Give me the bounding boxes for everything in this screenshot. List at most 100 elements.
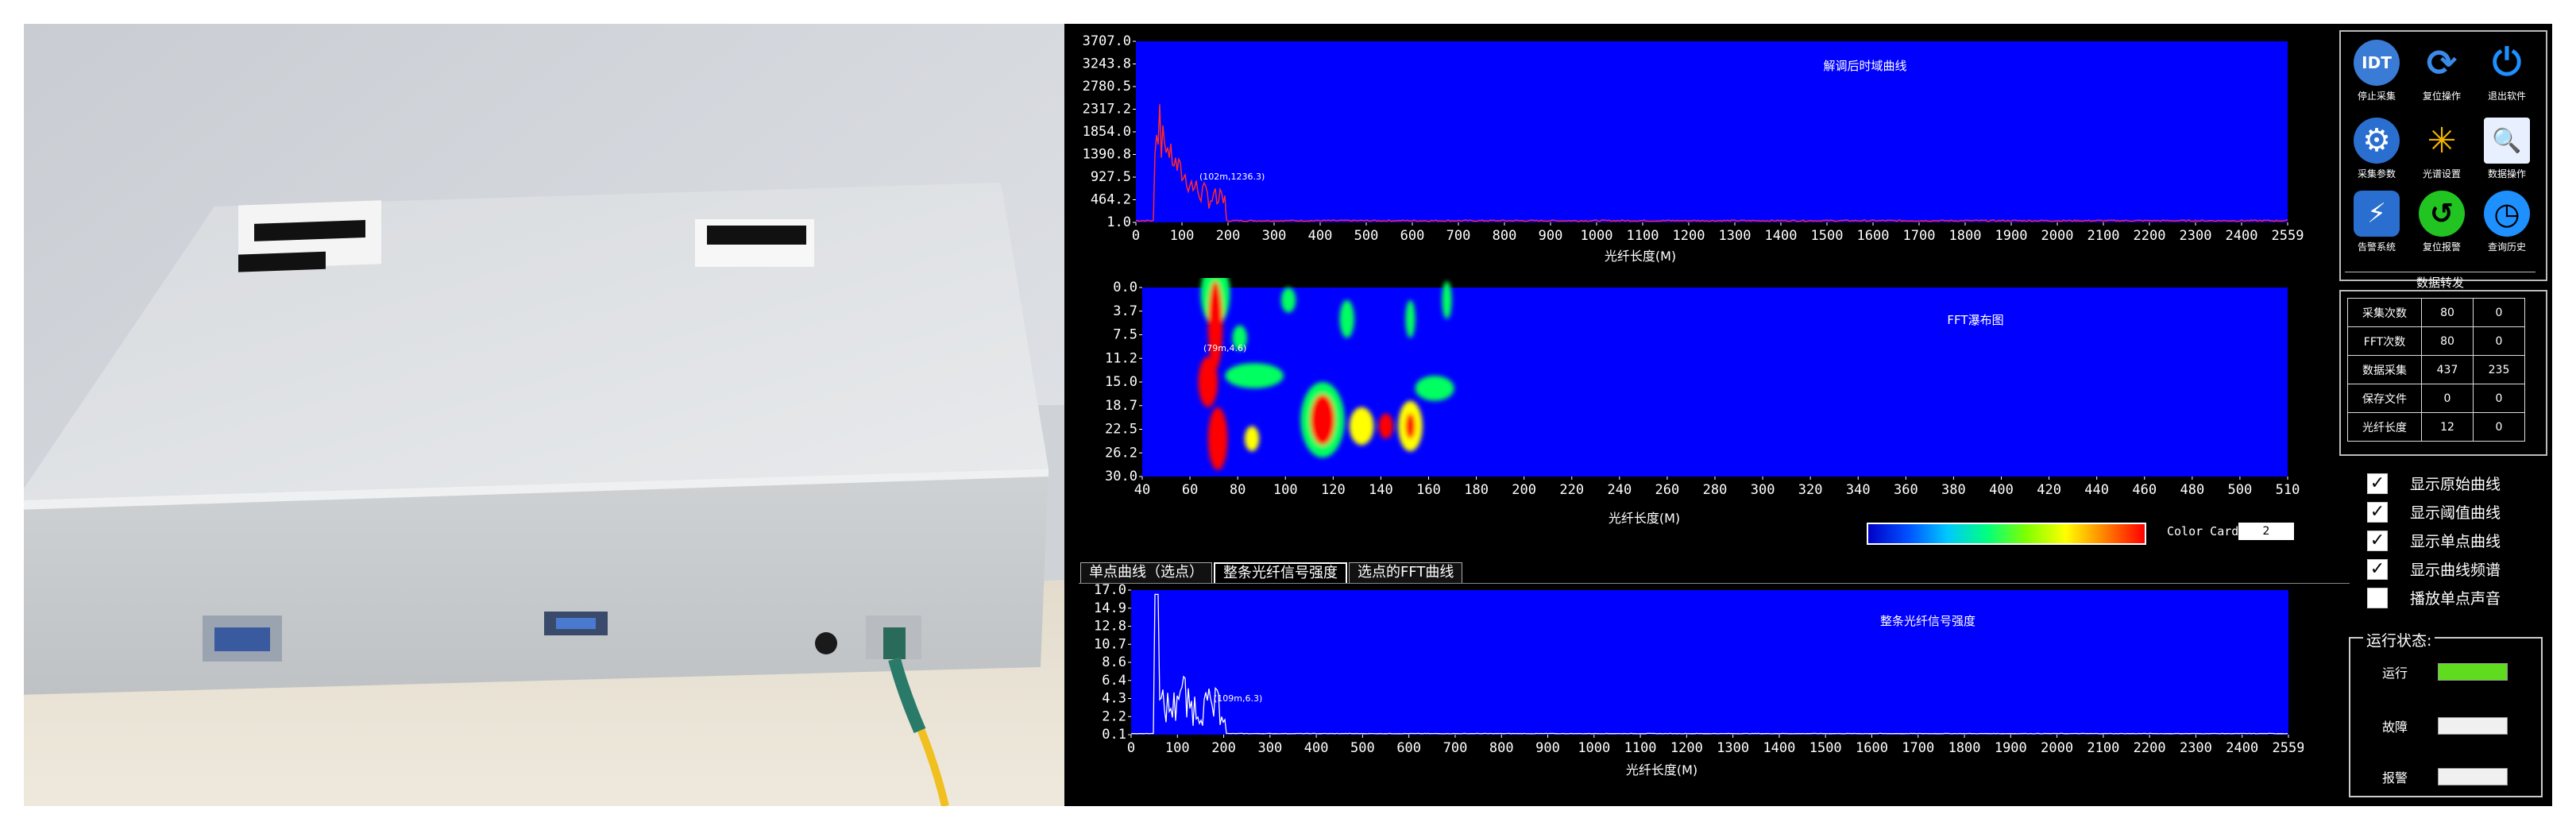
- bottom-tab-bar: 单点曲线（选点） 整条光纤信号强度 选点的FFT曲线: [1080, 562, 1464, 583]
- tab-whole-fiber-intensity[interactable]: 整条光纤信号强度: [1214, 562, 1347, 583]
- status-label: 故障: [2382, 720, 2408, 735]
- fft-waterfall-xtick: 500: [2228, 482, 2253, 498]
- fft-waterfall-xtick: 60: [1182, 482, 1198, 498]
- fft-waterfall-xtick: 440: [2084, 482, 2109, 498]
- data-forward-button[interactable]: 数据转发: [2345, 272, 2535, 291]
- stat-value: 0: [2473, 412, 2525, 442]
- acquisition-params-button[interactable]: ⚙ 采集参数: [2345, 118, 2408, 180]
- time-domain-xtick: 100: [1170, 228, 1195, 244]
- checkbox-show-raw-curve[interactable]: ✓ 显示原始曲线: [2367, 473, 2501, 494]
- time-domain-xtick: 2200: [2134, 228, 2166, 244]
- time-domain-xtick: 1500: [1811, 228, 1844, 244]
- checkbox-box[interactable]: ✓: [2367, 530, 2388, 551]
- heatmap-cell: [1280, 288, 1296, 313]
- fiber-intensity-xtick: 1800: [1948, 740, 1981, 756]
- checkbox-box[interactable]: ✓: [2367, 558, 2388, 580]
- time-domain-plot-area: [1136, 41, 2288, 222]
- device-photo-drawing: [24, 24, 1064, 806]
- status-label: 运行: [2382, 666, 2408, 681]
- fiber-intensity-ytick: 14.9: [1094, 600, 1126, 616]
- fft-waterfall-xtick: 480: [2180, 482, 2204, 498]
- fft-waterfall-ytick: 15.0: [1105, 374, 1137, 390]
- table-row: 光纤长度 12 0: [2347, 412, 2525, 442]
- fft-waterfall-xtick: 300: [1751, 482, 1775, 498]
- time-domain-xtick: 300: [1262, 228, 1287, 244]
- color-scale-bar: [1867, 523, 2146, 545]
- status-label: 报警: [2382, 770, 2408, 785]
- reset-button[interactable]: ⟳ 复位操作: [2410, 40, 2474, 102]
- fiber-intensity-xtick: 2400: [2226, 740, 2258, 756]
- checkbox-box[interactable]: [2367, 587, 2388, 608]
- stat-label: 光纤长度: [2347, 412, 2422, 442]
- reset-alarm-icon: ↺: [2419, 191, 2465, 237]
- exit-software-button[interactable]: ⏻ 退出软件: [2475, 40, 2539, 102]
- fiber-intensity-xtick: 2200: [2134, 740, 2166, 756]
- fiber-intensity-xtick: 1600: [1856, 740, 1888, 756]
- fft-waterfall-xtick: 160: [1416, 482, 1441, 498]
- heatmap-cell: [1198, 357, 1218, 407]
- spectrum-settings-button[interactable]: ✳ 光谱设置: [2410, 118, 2474, 180]
- fiber-intensity-xlabel: 光纤长度(M): [1626, 762, 1697, 778]
- stat-value: 80: [2421, 326, 2474, 356]
- heatmap-cell: [1207, 407, 1228, 471]
- fiber-intensity-xtick: 400: [1304, 740, 1329, 756]
- stop-acquisition-button[interactable]: IDT 停止采集: [2345, 40, 2408, 102]
- time-domain-xtick: 400: [1308, 228, 1333, 244]
- reset-alarm-label: 复位报警: [2422, 241, 2461, 253]
- checkbox-show-single-point-curve[interactable]: ✓ 显示单点曲线: [2367, 530, 2501, 551]
- color-card-input[interactable]: 2: [2238, 523, 2294, 540]
- stat-label: 数据采集: [2347, 355, 2422, 384]
- time-domain-ytick: 3707.0: [1083, 33, 1131, 49]
- fiber-intensity-xtick: 700: [1443, 740, 1468, 756]
- fft-waterfall-ytick: 18.7: [1105, 398, 1137, 414]
- reset-label: 复位操作: [2422, 91, 2461, 102]
- fft-waterfall-xtick: 260: [1655, 482, 1680, 498]
- fft-waterfall-xtick: 100: [1273, 482, 1298, 498]
- fft-waterfall-xtick: 400: [1989, 482, 2014, 498]
- fiber-intensity-ytick: 10.7: [1094, 636, 1126, 652]
- fiber-intensity-xtick: 1200: [1670, 740, 1703, 756]
- checkbox-label: 显示单点曲线: [2410, 533, 2501, 550]
- query-history-button[interactable]: ◷ 查询历史: [2475, 191, 2539, 253]
- time-domain-xtick: 900: [1539, 228, 1563, 244]
- time-domain-ytick: 1854.0: [1083, 124, 1131, 140]
- reset-alarm-button[interactable]: ↺ 复位报警: [2410, 191, 2474, 253]
- alarm-system-button[interactable]: ⚡ 告警系统: [2345, 191, 2408, 253]
- fiber-intensity-xtick: 200: [1211, 740, 1236, 756]
- fft-waterfall-svg[interactable]: 0.0 3.7 7.5 11.2 15.0 18.7 22.5 26.2 30.040 60 80 1…: [1064, 278, 2304, 560]
- time-domain-xtick: 2400: [2226, 228, 2258, 244]
- heatmap-cell: [1405, 413, 1415, 439]
- color-card-label: Color Card: [2167, 524, 2239, 538]
- fft-waterfall-xtick: 280: [1703, 482, 1728, 498]
- status-running: 运行: [2382, 662, 2508, 681]
- fft-waterfall-xtick: 200: [1512, 482, 1536, 498]
- fiber-intensity-xtick: 1900: [1995, 740, 2027, 756]
- stat-value: 437: [2421, 355, 2474, 384]
- table-row: 数据采集 437 235: [2347, 355, 2525, 384]
- fiber-intensity-xtick: 600: [1396, 740, 1421, 756]
- table-row: 采集次数 80 0: [2347, 298, 2525, 327]
- checkbox-box[interactable]: ✓: [2367, 473, 2388, 494]
- time-domain-svg[interactable]: 3707.0 3243.8 2780.5 2317.2 1854.0 1390.8 927.…: [1064, 24, 2304, 278]
- fft-waterfall-ytick: 30.0: [1105, 469, 1137, 484]
- tab-selected-point-fft[interactable]: 选点的FFT曲线: [1349, 562, 1463, 583]
- heatmap-cell: [1415, 376, 1454, 401]
- fiber-intensity-xtick: 1400: [1763, 740, 1795, 756]
- time-domain-xtick: 2100: [2087, 228, 2120, 244]
- fiber-intensity-ytick: 8.6: [1102, 654, 1126, 670]
- time-domain-xtick: 1800: [1949, 228, 1982, 244]
- fiber-intensity-xtick: 2559: [2273, 740, 2304, 756]
- stat-value: 12: [2421, 412, 2474, 442]
- checkbox-box[interactable]: ✓: [2367, 501, 2388, 523]
- checkbox-play-single-point-sound[interactable]: 播放单点声音: [2367, 587, 2501, 608]
- data-operation-button[interactable]: 🔍 数据操作: [2475, 118, 2539, 180]
- time-domain-xtick: 1600: [1857, 228, 1890, 244]
- checkbox-show-threshold-curve[interactable]: ✓ 显示阈值曲线: [2367, 501, 2501, 523]
- fft-waterfall-title: FFT瀑布图: [1947, 313, 2003, 327]
- checkbox-show-curve-spectrum[interactable]: ✓ 显示曲线频谱: [2367, 558, 2501, 580]
- time-domain-xtick: 1300: [1719, 228, 1751, 244]
- tab-single-point-curve[interactable]: 单点曲线（选点）: [1080, 562, 1212, 583]
- data-operation-label: 数据操作: [2487, 168, 2526, 179]
- fiber-intensity-svg[interactable]: 17.0 14.9 12.810.7 8.6 6.4 4.32.2 0.10 100 200 30…: [1064, 584, 2304, 806]
- fiber-intensity-xtick: 2000: [2041, 740, 2073, 756]
